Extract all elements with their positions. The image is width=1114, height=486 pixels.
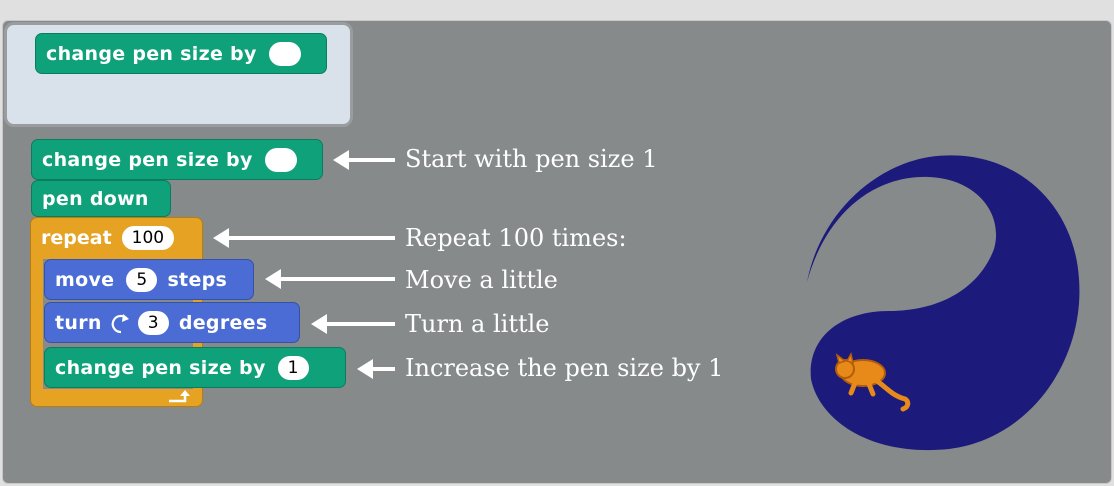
palette-block-container: change pen size by <box>4 22 353 127</box>
block-label: change pen size by <box>55 356 266 379</box>
sprite-icon <box>835 351 911 412</box>
pen-size-input[interactable] <box>268 41 301 66</box>
note-turn: Turn a little <box>405 310 550 338</box>
pen-down-block[interactable]: pen down <box>31 180 171 217</box>
repeat-count-input[interactable]: 100 <box>121 226 175 250</box>
arrow-start <box>333 150 395 170</box>
note-repeat: Repeat 100 times: <box>405 224 627 252</box>
arrow-repeat <box>213 228 395 248</box>
pen-size-input[interactable]: 1 <box>277 355 309 380</box>
note-move: Move a little <box>405 266 558 294</box>
change-pen-size-by-one-block[interactable]: change pen size by 1 <box>44 347 346 388</box>
block-label: change pen size by <box>42 148 253 171</box>
block-label: change pen size by <box>46 42 257 65</box>
degrees-input[interactable]: 3 <box>137 310 169 335</box>
loop-arrow-icon <box>169 390 190 403</box>
rotate-clockwise-icon <box>111 313 129 333</box>
block-label: pen down <box>42 187 149 210</box>
repeat-label: repeat <box>41 227 112 249</box>
palette-change-pen-size-block[interactable]: change pen size by <box>35 33 327 74</box>
move-label: move <box>55 268 115 291</box>
change-pen-size-block[interactable]: change pen size by <box>31 139 323 180</box>
move-steps-block[interactable]: move 5 steps <box>44 259 254 300</box>
steps-input[interactable]: 5 <box>126 267 158 292</box>
turn-degrees-block[interactable]: turn 3 degrees <box>44 302 300 343</box>
degrees-label: degrees <box>178 311 268 334</box>
note-start: Start with pen size 1 <box>405 145 658 173</box>
arrow-turn <box>311 314 395 334</box>
note-increase: Increase the pen size by 1 <box>405 354 724 382</box>
arrow-increase <box>357 359 395 379</box>
script-area: change pen size by change pen size by pe… <box>2 20 1112 484</box>
turn-label: turn <box>55 311 102 334</box>
steps-label: steps <box>167 268 228 291</box>
arrow-move <box>265 269 395 289</box>
pen-size-input[interactable] <box>264 147 297 172</box>
